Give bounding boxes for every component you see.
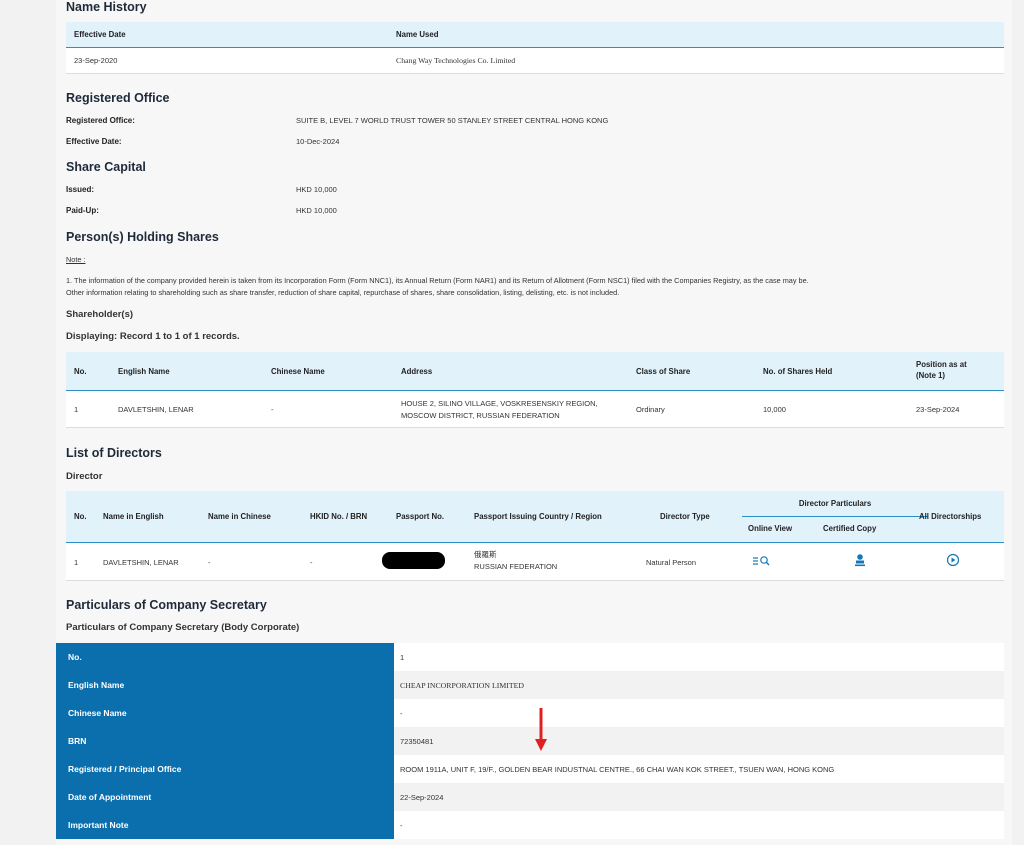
persons-holding-title: Person(s) Holding Shares [66,230,219,244]
director-chinese-name: - [208,558,211,567]
col-passport-no: Passport No. [396,512,445,521]
col-position-note: (Note 1) [916,371,946,380]
shareholder-position: 23-Sep-2024 [916,405,960,414]
right-margin [1012,0,1024,845]
col-no: No. [74,512,87,521]
directors-title: List of Directors [66,446,162,460]
col-name-english: Name in English [103,512,164,521]
particulars-divider [742,516,928,517]
name-history-header: Effective Date Name Used [66,22,1004,48]
secretary-row-value: 1 [400,653,405,662]
director-english-name: DAVLETSHIN, LENAR [103,558,179,567]
table-row: BRN 72350481 [56,727,1004,756]
col-online-view: Online View [748,524,793,533]
col-class-of-share: Class of Share [636,367,691,376]
table-row: No. 1 [56,643,1004,672]
red-arrow-down-icon [535,708,547,751]
issued-label: Issued: [66,185,95,194]
director-subtitle: Director [66,471,103,482]
col-director-particulars: Director Particulars [798,499,872,508]
col-english-name: English Name [118,367,170,376]
col-effective-date: Effective Date [74,30,126,39]
col-chinese-name: Chinese Name [271,367,325,376]
registered-office-label: Registered Office: [66,116,135,125]
left-margin [0,0,56,845]
shareholder-chinese-name: - [271,405,274,414]
col-shares-held: No. of Shares Held [763,367,833,376]
effective-date-label: Effective Date: [66,137,122,146]
company-record-page: Name History Effective Date Name Used 23… [56,0,1012,845]
secretary-row-label: Important Note [68,820,129,830]
secretary-row-label: Registered / Principal Office [68,764,182,774]
note-line-2: Other information relating to shareholdi… [66,288,620,297]
col-name-chinese: Name in Chinese [208,512,271,521]
col-passport-country: Passport Issuing Country / Region [474,512,602,521]
directors-header: No. Name in English Name in Chinese HKID… [66,491,1004,543]
shareholder-class: Ordinary [636,405,665,414]
effective-date-cell: 23-Sep-2020 [74,56,118,65]
table-row: 1 DAVLETSHIN, LENAR - - 俄羅斯 RUSSIAN FEDE… [66,543,1004,581]
displaying-records: Displaying: Record 1 to 1 of 1 records. [66,331,240,342]
secretary-row-value: CHEAP INCORPORATION LIMITED [400,681,525,690]
secretary-title: Particulars of Company Secretary [66,598,267,612]
col-director-type: Director Type [660,512,710,521]
col-all-directorships: All Directorships [919,512,982,521]
director-hkid: - [310,558,313,567]
effective-date-value: 10-Dec-2024 [296,137,340,146]
secretary-row-value: 72350481 [400,737,434,746]
paid-up-value: HKD 10,000 [296,206,337,215]
secretary-row-label: English Name [68,680,125,690]
registered-office-value: SUITE B, LEVEL 7 WORLD TRUST TOWER 50 ST… [296,116,609,125]
table-row: Date of Appointment 22-Sep-2024 [56,783,1004,812]
shareholder-shares-held: 10,000 [763,405,786,414]
col-name-used: Name Used [396,30,439,39]
all-directorships-play-icon[interactable] [946,553,960,567]
shareholders-header: No. English Name Chinese Name Address Cl… [66,352,1004,391]
name-used-cell: Chang Way Technologies Co. Limited [396,56,516,65]
secretary-row-value: 22-Sep-2024 [400,793,444,802]
issued-value: HKD 10,000 [296,185,337,194]
table-row: Registered / Principal Office ROOM 1911A… [56,755,1004,784]
shareholder-english-name: DAVLETSHIN, LENAR [118,405,194,414]
shareholder-address-line-2: MOSCOW DISTRICT, RUSSIAN FEDERATION [401,411,560,420]
director-type-value: Natural Person [646,558,697,567]
table-row: 23-Sep-2020 Chang Way Technologies Co. L… [66,48,1004,74]
shareholder-no: 1 [74,405,79,414]
passport-redaction [382,552,445,569]
director-country-english: RUSSIAN FEDERATION [474,562,558,571]
note-line-1: 1. The information of the company provid… [66,276,809,285]
certified-copy-icon[interactable] [854,553,866,568]
table-row: 1 DAVLETSHIN, LENAR - HOUSE 2, SILINO VI… [66,391,1004,428]
secretary-row-value: ROOM 1911A, UNIT F, 19/F., GOLDEN BEAR I… [400,765,835,774]
col-no: No. [74,367,87,376]
note-label: Note : [66,255,86,264]
online-view-icon[interactable] [750,554,776,568]
secretary-row-label: BRN [68,736,87,746]
paid-up-label: Paid-Up: [66,206,99,215]
secretary-row-label: No. [68,652,82,662]
col-certified-copy: Certified Copy [823,524,877,533]
secretary-row-label: Date of Appointment [68,792,152,802]
shareholder-address-line-1: HOUSE 2, SILINO VILLAGE, VOSKRESENSKIY R… [401,399,598,408]
secretary-subtitle: Particulars of Company Secretary (Body C… [66,622,300,633]
name-history-title: Name History [66,0,147,14]
col-hkid: HKID No. / BRN [310,512,368,521]
registered-office-title: Registered Office [66,91,170,105]
table-row: Important Note - [56,811,1004,839]
director-no: 1 [74,558,79,567]
secretary-row-value: - [400,821,403,830]
col-address: Address [401,367,433,376]
table-row: Chinese Name - [56,699,1004,728]
secretary-row-value: - [400,709,403,718]
director-country-chinese: 俄羅斯 [474,550,497,559]
secretary-row-label: Chinese Name [68,708,127,718]
share-capital-title: Share Capital [66,160,146,174]
shareholders-title: Shareholder(s) [66,309,134,320]
table-row: English Name CHEAP INCORPORATION LIMITED [56,671,1004,700]
col-position-as-at: Position as at [916,360,967,369]
